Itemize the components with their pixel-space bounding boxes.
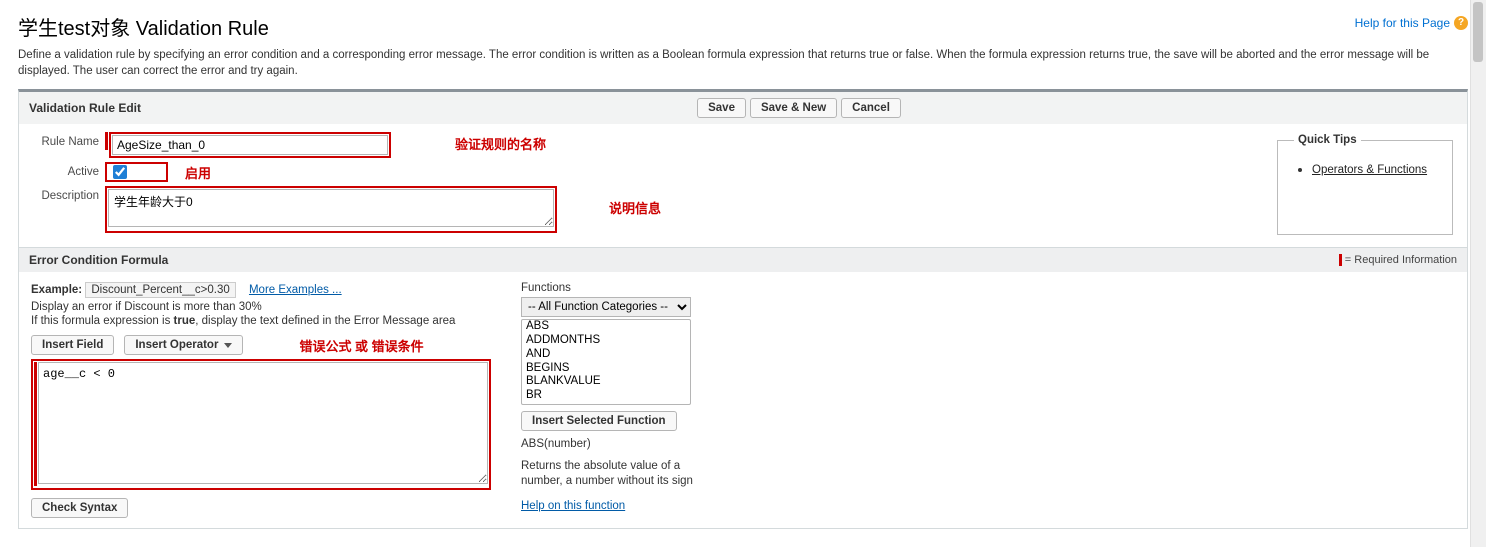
save-button[interactable]: Save [697,98,746,118]
insert-operator-button[interactable]: Insert Operator [124,335,243,355]
description-label: Description [31,186,105,202]
function-list[interactable]: ABS ADDMONTHS AND BEGINS BLANKVALUE BR [521,319,691,405]
save-and-new-button[interactable]: Save & New [750,98,837,118]
scrollbar-thumb[interactable] [1473,2,1483,62]
quick-tips-legend: Quick Tips [1294,134,1361,146]
rule-name-label: Rule Name [31,132,105,148]
edit-section-title: Validation Rule Edit [29,101,141,115]
example-label: Example: [31,284,82,296]
error-condition-header: Error Condition Formula = Required Infor… [19,247,1467,272]
annotation-description: 说明信息 [609,198,661,217]
function-option[interactable]: ADDMONTHS [522,334,690,348]
rule-name-input[interactable] [112,135,388,155]
edit-header: Validation Rule Edit Save Save & New Can… [19,92,1467,124]
quick-tips-box: Quick Tips Operators & Functions [1277,134,1453,235]
insert-field-button[interactable]: Insert Field [31,335,114,355]
insert-selected-function-button[interactable]: Insert Selected Function [521,411,677,431]
page-title: 学生test对象 Validation Rule [18,12,269,41]
error-condition-title: Error Condition Formula [29,253,168,267]
required-info: = Required Information [1339,254,1457,266]
description-textarea[interactable] [108,189,554,227]
function-option[interactable]: BLANKVALUE [522,375,690,389]
intro-text: Define a validation rule by specifying a… [18,47,1468,79]
formula-instruction: If this formula expression is true, disp… [31,315,491,327]
function-signature: ABS(number) [521,437,701,453]
formula-textarea[interactable] [38,362,488,484]
help-for-page-link[interactable]: Help for this Page ? [1355,16,1468,30]
annotation-formula: 错误公式 或 错误条件 [299,336,423,355]
vertical-scrollbar[interactable] [1470,0,1486,547]
more-examples-link[interactable]: More Examples ... [249,284,342,296]
cancel-button[interactable]: Cancel [841,98,901,118]
function-option[interactable]: BEGINS [522,362,690,376]
help-for-page-label: Help for this Page [1355,16,1450,30]
help-on-function-link[interactable]: Help on this function [521,500,625,512]
function-option[interactable]: AND [522,348,690,362]
required-indicator [34,362,37,486]
example-desc: Display an error if Discount is more tha… [31,301,491,313]
active-label: Active [31,162,105,178]
function-option[interactable]: BR [522,389,690,403]
function-category-select[interactable]: -- All Function Categories -- [521,297,691,317]
help-icon: ? [1454,16,1468,30]
functions-label: Functions [521,282,721,294]
function-description: Returns the absolute value of a number, … [521,459,701,490]
required-bar-icon [1339,254,1342,266]
operators-functions-link[interactable]: Operators & Functions [1312,164,1427,176]
annotation-active: 启用 [185,163,211,182]
function-option[interactable]: ABS [522,320,690,334]
check-syntax-button[interactable]: Check Syntax [31,498,128,518]
required-indicator [105,132,108,150]
active-checkbox[interactable] [113,165,127,179]
required-info-text: = Required Information [1345,254,1457,266]
annotation-rule-name: 验证规则的名称 [455,134,546,153]
example-code: Discount_Percent__c>0.30 [85,282,235,298]
validation-rule-edit-section: Validation Rule Edit Save Save & New Can… [18,89,1468,529]
